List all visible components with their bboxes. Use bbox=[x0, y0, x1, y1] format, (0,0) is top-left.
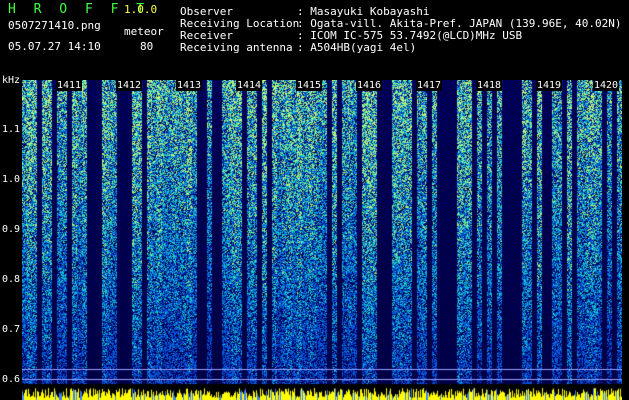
minute-label: 1420 bbox=[593, 80, 620, 91]
minute-label: 1418 bbox=[476, 80, 503, 91]
datetime-label: 05.07.27 14:10 bbox=[8, 40, 101, 53]
tick-label: 0.9 bbox=[2, 224, 21, 235]
tick-label: 1.0 bbox=[2, 174, 21, 185]
axis-unit: kHz bbox=[2, 75, 21, 86]
minute-label: 1413 bbox=[176, 80, 203, 91]
tick-label: 0.7 bbox=[2, 324, 21, 335]
antenna-value: : A504HB(yagi 4el) bbox=[297, 41, 417, 54]
minute-label: 1412 bbox=[116, 80, 143, 91]
minute-label: 1415 bbox=[296, 80, 323, 91]
spectrogram-canvas bbox=[22, 80, 622, 400]
tick-label: 0.6 bbox=[2, 374, 21, 385]
minute-label: 1414 bbox=[236, 80, 263, 91]
minute-label: 1419 bbox=[536, 80, 563, 91]
minute-label: 1411 bbox=[56, 80, 83, 91]
mode-label: meteor bbox=[124, 25, 164, 38]
count-label: 80 bbox=[140, 40, 154, 53]
minute-label: 1416 bbox=[356, 80, 383, 91]
tick-label: 0.8 bbox=[2, 274, 21, 285]
filename-label: 0507271410.png bbox=[8, 19, 101, 32]
minute-label: 1417 bbox=[416, 80, 443, 91]
tick-label: 1.1 bbox=[2, 124, 21, 135]
antenna-key: Receiving antenna bbox=[180, 41, 293, 54]
version-label: 1.0.0 bbox=[124, 3, 158, 16]
